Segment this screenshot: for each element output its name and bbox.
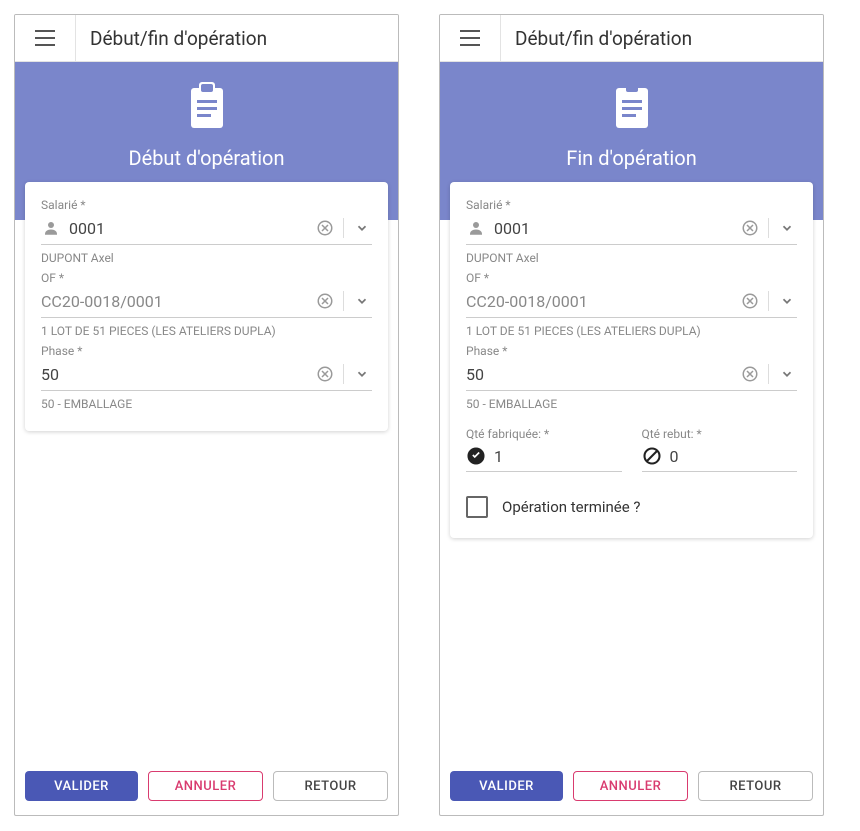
menu-button[interactable]: [15, 15, 76, 61]
chevron-down-icon[interactable]: [777, 291, 797, 311]
clipboard-icon: [612, 82, 652, 130]
qty-made-field[interactable]: 1: [466, 441, 622, 472]
salarie-value: 0001: [69, 219, 307, 238]
of-helper: 1 LOT DE 51 PIECES (LES ATELIERS DUPLA): [466, 324, 797, 338]
phase-helper: 50 - EMBALLAGE: [41, 397, 372, 411]
footer-buttons: VALIDER ANNULER RETOUR: [450, 771, 813, 801]
phase-helper: 50 - EMBALLAGE: [466, 397, 797, 411]
qty-made-label: Qté fabriquée: *: [466, 427, 622, 441]
back-button[interactable]: RETOUR: [698, 771, 813, 801]
app-bar: Début/fin d'opération: [440, 15, 823, 62]
chevron-down-icon[interactable]: [352, 291, 372, 311]
clear-icon[interactable]: [740, 218, 760, 238]
finished-row[interactable]: Opération terminée ?: [466, 496, 797, 518]
separator: [768, 364, 769, 384]
hero-title: Fin d'opération: [440, 146, 823, 170]
clear-icon[interactable]: [315, 364, 335, 384]
check-circle-icon: [466, 446, 486, 466]
clear-icon[interactable]: [315, 218, 335, 238]
separator: [768, 218, 769, 238]
cancel-button[interactable]: ANNULER: [573, 771, 688, 801]
screen-end-operation: Début/fin d'opération Fin d'opération Sa…: [439, 14, 824, 816]
menu-button[interactable]: [440, 15, 501, 61]
phase-field[interactable]: 50: [466, 358, 797, 391]
clipboard-icon: [187, 82, 227, 130]
salarie-field[interactable]: 0001: [41, 212, 372, 245]
phase-label: Phase *: [41, 344, 372, 358]
form-card: Salarié * 0001 DUPONT Axel OF * CC20-001…: [450, 182, 813, 538]
app-bar: Début/fin d'opération: [15, 15, 398, 62]
of-field[interactable]: CC20-0018/0001: [41, 285, 372, 318]
footer-buttons: VALIDER ANNULER RETOUR: [25, 771, 388, 801]
phase-value: 50: [41, 365, 307, 384]
separator: [768, 291, 769, 311]
separator: [343, 218, 344, 238]
cancel-button[interactable]: ANNULER: [148, 771, 263, 801]
finished-label: Opération terminée ?: [502, 498, 641, 516]
validate-button[interactable]: VALIDER: [450, 771, 563, 801]
salarie-field[interactable]: 0001: [466, 212, 797, 245]
chevron-down-icon[interactable]: [777, 218, 797, 238]
validate-button[interactable]: VALIDER: [25, 771, 138, 801]
of-value: CC20-0018/0001: [466, 292, 732, 311]
block-icon: [642, 446, 662, 466]
of-value: CC20-0018/0001: [41, 292, 307, 311]
phase-label: Phase *: [466, 344, 797, 358]
app-title: Début/fin d'opération: [76, 27, 267, 50]
back-button[interactable]: RETOUR: [273, 771, 388, 801]
finished-checkbox[interactable]: [466, 496, 488, 518]
phase-field[interactable]: 50: [41, 358, 372, 391]
qty-made-value: 1: [494, 447, 622, 466]
person-icon: [41, 218, 61, 238]
separator: [343, 364, 344, 384]
qty-scrap-label: Qté rebut: *: [642, 427, 798, 441]
hamburger-icon: [35, 30, 55, 46]
person-icon: [466, 218, 486, 238]
clear-icon[interactable]: [740, 364, 760, 384]
phase-value: 50: [466, 365, 732, 384]
salarie-label: Salarié *: [466, 198, 797, 212]
of-label: OF *: [466, 271, 797, 285]
salarie-helper: DUPONT Axel: [466, 251, 797, 265]
salarie-helper: DUPONT Axel: [41, 251, 372, 265]
of-helper: 1 LOT DE 51 PIECES (LES ATELIERS DUPLA): [41, 324, 372, 338]
clear-icon[interactable]: [315, 291, 335, 311]
clear-icon[interactable]: [740, 291, 760, 311]
form-card: Salarié * 0001 DUPONT Axel OF * CC20-001…: [25, 182, 388, 431]
of-field[interactable]: CC20-0018/0001: [466, 285, 797, 318]
app-title: Début/fin d'opération: [501, 27, 692, 50]
salarie-value: 0001: [494, 219, 732, 238]
qty-scrap-field[interactable]: 0: [642, 441, 798, 472]
salarie-label: Salarié *: [41, 198, 372, 212]
screen-start-operation: Début/fin d'opération Début d'opération …: [14, 14, 399, 816]
of-label: OF *: [41, 271, 372, 285]
hero-title: Début d'opération: [15, 146, 398, 170]
separator: [343, 291, 344, 311]
chevron-down-icon[interactable]: [777, 364, 797, 384]
qty-scrap-value: 0: [670, 447, 798, 466]
quantities-row: Qté fabriquée: * 1 Qté rebut: * 0: [466, 421, 797, 472]
hamburger-icon: [460, 30, 480, 46]
chevron-down-icon[interactable]: [352, 364, 372, 384]
chevron-down-icon[interactable]: [352, 218, 372, 238]
